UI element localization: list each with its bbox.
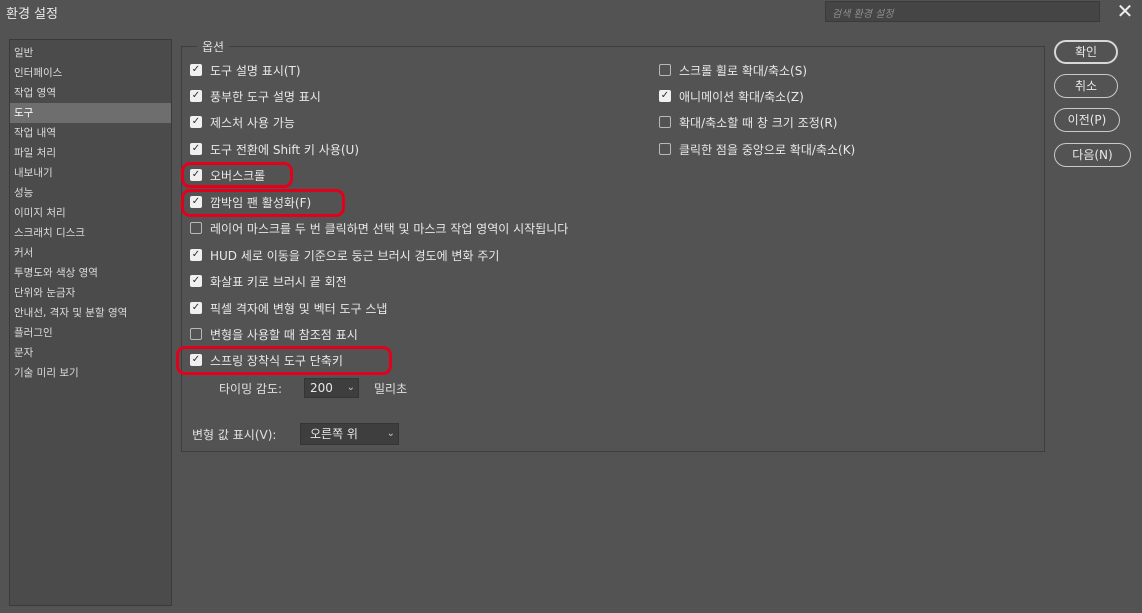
checkbox-unchecked-icon[interactable] [659,143,671,155]
option-label: 레이어 마스크를 두 번 클릭하면 선택 및 마스크 작업 영역이 시작됩니다 [210,221,569,236]
checkbox-checked-icon[interactable]: ✓ [190,116,202,128]
option-label: 도구 전환에 Shift 키 사용(U) [210,142,360,157]
timing-value: 200 [310,381,333,395]
option-label: 변형을 사용할 때 참조점 표시 [210,327,358,342]
checkbox-checked-icon[interactable]: ✓ [190,64,202,76]
sidebar-item-image-processing[interactable]: 이미지 처리 [10,203,171,223]
options-legend: 옵션 [197,38,230,55]
title-bar: 환경 설정 검색 환경 설정 ✕ [0,0,1142,24]
category-sidebar: 일반 인터페이스 작업 영역 도구 작업 내역 파일 처리 내보내기 성능 이미… [9,39,172,606]
sidebar-item-tech-previews[interactable]: 기술 미리 보기 [10,363,171,383]
sidebar-item-cursors[interactable]: 커서 [10,243,171,263]
checkbox-unchecked-icon[interactable] [659,116,671,128]
sidebar-item-export[interactable]: 내보내기 [10,163,171,183]
sidebar-item-type[interactable]: 문자 [10,343,171,363]
checkbox-checked-icon[interactable]: ✓ [190,90,202,102]
option-label: 화살표 키로 브러시 끝 회전 [210,274,347,289]
sidebar-item-file-handling[interactable]: 파일 처리 [10,143,171,163]
sidebar-item-performance[interactable]: 성능 [10,183,171,203]
option-label: 클릭한 점을 중앙으로 확대/축소(K) [679,142,856,157]
sidebar-item-workspace[interactable]: 작업 영역 [10,83,171,103]
sidebar-item-transparency[interactable]: 투명도와 색상 영역 [10,263,171,283]
sidebar-item-tools[interactable]: 도구 [10,103,171,123]
close-icon[interactable]: ✕ [1114,0,1136,22]
option-zoom-clicked-point[interactable]: 클릭한 점을 중앙으로 확대/축소(K) [659,139,855,159]
sidebar-item-history[interactable]: 작업 내역 [10,123,171,143]
timing-select[interactable]: 200 ⌄ [304,378,359,398]
timing-label: 타이밍 감도: [219,382,283,396]
highlight-overscroll [181,162,293,188]
option-label: HUD 세로 이동을 기준으로 둥근 브러시 경도에 변화 주기 [210,248,500,263]
option-snap-pixel-grid[interactable]: ✓ 픽셀 격자에 변형 및 벡터 도구 스냅 [190,298,387,318]
option-show-reference-point[interactable]: 변형을 사용할 때 참조점 표시 [190,324,358,344]
transform-select[interactable]: 오른쪽 위 ⌄ [300,423,399,445]
checkbox-unchecked-icon[interactable] [659,64,671,76]
option-label: 픽셀 격자에 변형 및 벡터 도구 스냅 [210,301,388,316]
sidebar-item-units-rulers[interactable]: 단위와 눈금자 [10,283,171,303]
checkbox-checked-icon[interactable]: ✓ [190,302,202,314]
sidebar-item-plugins[interactable]: 플러그인 [10,323,171,343]
cancel-button[interactable]: 취소 [1054,74,1118,98]
window-title: 환경 설정 [6,7,58,22]
option-label: 도구 설명 표시(T) [210,63,301,78]
chevron-down-icon: ⌄ [346,382,355,393]
transform-value: 오른쪽 위 [310,427,358,441]
ok-button[interactable]: 확인 [1054,40,1118,64]
sidebar-item-guides-grid[interactable]: 안내선, 격자 및 분할 영역 [10,303,171,323]
option-show-tooltips[interactable]: ✓ 도구 설명 표시(T) [190,60,301,80]
option-zoom-scroll-wheel[interactable]: 스크롤 휠로 확대/축소(S) [659,60,807,80]
next-button[interactable]: 다음(N) [1054,143,1131,167]
option-animated-zoom[interactable]: ✓ 애니메이션 확대/축소(Z) [659,86,804,106]
option-enable-gestures[interactable]: ✓ 제스처 사용 가능 [190,112,295,132]
checkbox-checked-icon[interactable]: ✓ [659,90,671,102]
highlight-spring-loaded [176,346,392,375]
option-label: 풍부한 도구 설명 표시 [210,89,321,104]
sidebar-item-general[interactable]: 일반 [10,43,171,63]
checkbox-checked-icon[interactable]: ✓ [190,249,202,261]
checkbox-unchecked-icon[interactable] [190,328,202,340]
checkbox-checked-icon[interactable]: ✓ [190,275,202,287]
transform-label: 변형 값 표시(V): [192,428,277,442]
option-layer-mask-double-click[interactable]: 레이어 마스크를 두 번 클릭하면 선택 및 마스크 작업 영역이 시작됩니다 [190,218,568,238]
option-arrow-keys-rotate-brush[interactable]: ✓ 화살표 키로 브러시 끝 회전 [190,271,347,291]
option-label: 스크롤 휠로 확대/축소(S) [679,63,808,78]
option-hud-brush-hardness[interactable]: ✓ HUD 세로 이동을 기준으로 둥근 브러시 경도에 변화 주기 [190,245,499,265]
option-label: 애니메이션 확대/축소(Z) [679,89,804,104]
checkbox-checked-icon[interactable]: ✓ [190,143,202,155]
previous-button[interactable]: 이전(P) [1054,108,1120,132]
option-label: 확대/축소할 때 창 크기 조정(R) [679,115,838,130]
option-zoom-resize-windows[interactable]: 확대/축소할 때 창 크기 조정(R) [659,112,837,132]
highlight-flick-panning [181,189,345,217]
timing-unit: 밀리초 [374,382,408,396]
option-rich-tooltips[interactable]: ✓ 풍부한 도구 설명 표시 [190,86,321,106]
option-shift-tool-switch[interactable]: ✓ 도구 전환에 Shift 키 사용(U) [190,139,359,159]
search-input[interactable]: 검색 환경 설정 [825,1,1100,22]
option-label: 제스처 사용 가능 [210,115,295,130]
chevron-down-icon: ⌄ [386,428,395,439]
checkbox-unchecked-icon[interactable] [190,222,202,234]
sidebar-item-scratch-disks[interactable]: 스크래치 디스크 [10,223,171,243]
sidebar-item-interface[interactable]: 인터페이스 [10,63,171,83]
